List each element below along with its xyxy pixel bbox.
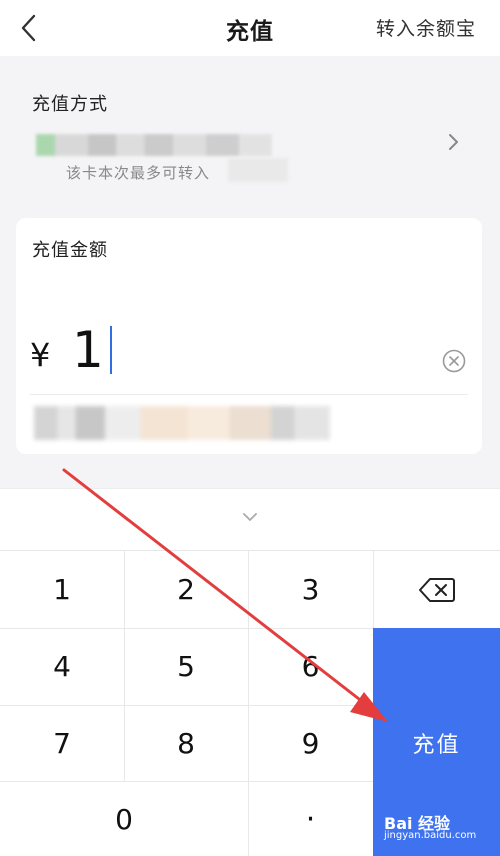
key-4[interactable]: 4 (0, 628, 124, 705)
keypad-grid-line (248, 551, 249, 856)
currency-symbol: ¥ (30, 336, 51, 374)
key-2[interactable]: 2 (124, 551, 248, 628)
key-5[interactable]: 5 (124, 628, 248, 705)
watermark-url: jingyan.baidu.com (384, 830, 477, 841)
keypad-grid-line (0, 628, 373, 629)
amount-label: 充值金额 (32, 240, 108, 261)
key-7[interactable]: 7 (0, 705, 124, 781)
key-3[interactable]: 3 (248, 551, 373, 628)
clear-icon[interactable] (442, 349, 466, 373)
keypad-grid-line (0, 781, 373, 782)
payment-method-label: 充值方式 (32, 94, 108, 115)
transfer-to-yuebao-link[interactable]: 转入余额宝 (376, 14, 476, 41)
baidu-watermark: Bai 经验 jingyan.baidu.com (384, 802, 496, 848)
blurred-promo-info (34, 406, 330, 440)
keypad-collapse-bar[interactable] (0, 488, 500, 552)
blurred-limit-value (228, 158, 288, 182)
chevron-down-icon[interactable] (240, 509, 260, 525)
key-8[interactable]: 8 (124, 705, 248, 781)
keypad-grid-line (0, 705, 373, 706)
divider (30, 394, 468, 395)
amount-input[interactable]: 1 (72, 320, 104, 380)
keypad-grid-line (124, 551, 125, 781)
key-dot[interactable]: · (248, 781, 373, 856)
recharge-page: 充值 转入余额宝 充值方式 该卡本次最多可转入 充值金额 ¥ 1 1 2 3 4… (0, 0, 500, 856)
blurred-card-info (36, 134, 272, 156)
text-caret (110, 326, 112, 374)
amount-card: 充值金额 ¥ 1 (16, 218, 482, 454)
top-bar: 充值 转入余额宝 (0, 0, 500, 56)
chevron-right-icon (449, 134, 458, 150)
backspace-icon (418, 577, 455, 602)
key-0[interactable]: 0 (0, 781, 248, 856)
key-9[interactable]: 9 (248, 705, 373, 781)
backspace-key[interactable] (373, 551, 500, 628)
keypad-grid-line (373, 551, 374, 628)
key-6[interactable]: 6 (248, 628, 373, 705)
payment-method-row[interactable]: 充值方式 该卡本次最多可转入 (0, 70, 500, 200)
key-1[interactable]: 1 (0, 551, 124, 628)
card-limit-text: 该卡本次最多可转入 (66, 164, 211, 182)
